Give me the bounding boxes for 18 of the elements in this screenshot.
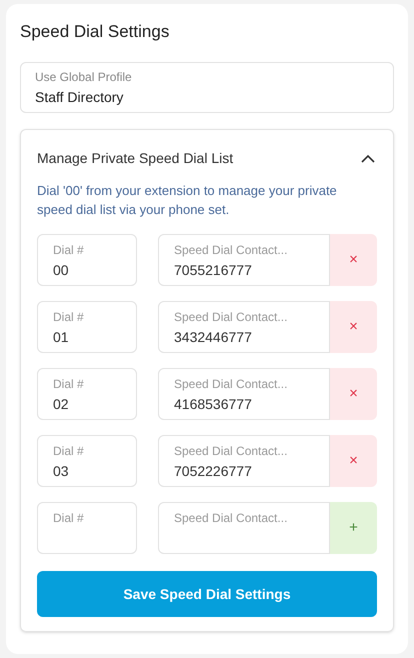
add-button[interactable]: +	[330, 502, 377, 554]
panel-description: Dial '00' from your extension to manage your private speed dial list via your phone set.	[37, 182, 338, 219]
contact-field[interactable]: Speed Dial Contact... 4168536777	[158, 368, 330, 420]
dial-number-field[interactable]: Dial # 00	[37, 234, 137, 286]
page-title: Speed Dial Settings	[20, 21, 170, 43]
remove-button[interactable]: ×	[330, 435, 377, 487]
contact-field[interactable]: Speed Dial Contact... 3432446777	[158, 301, 330, 353]
remove-button[interactable]: ×	[330, 301, 377, 353]
chevron-up-icon[interactable]	[361, 154, 375, 163]
panel-title: Manage Private Speed Dial List	[37, 149, 234, 168]
remove-button[interactable]: ×	[330, 368, 377, 420]
dial-number-field[interactable]: Dial # 02	[37, 368, 137, 420]
dial-number-field[interactable]: Dial # 01	[37, 301, 137, 353]
contact-field[interactable]: Speed Dial Contact... 7052226777	[158, 435, 330, 487]
remove-button[interactable]: ×	[330, 234, 377, 286]
dial-number-field[interactable]: Dial # 03	[37, 435, 137, 487]
contact-field[interactable]: Speed Dial Contact... 7055216777	[158, 234, 330, 286]
profile-field[interactable]: Use Global Profile Staff Directory	[20, 62, 394, 113]
